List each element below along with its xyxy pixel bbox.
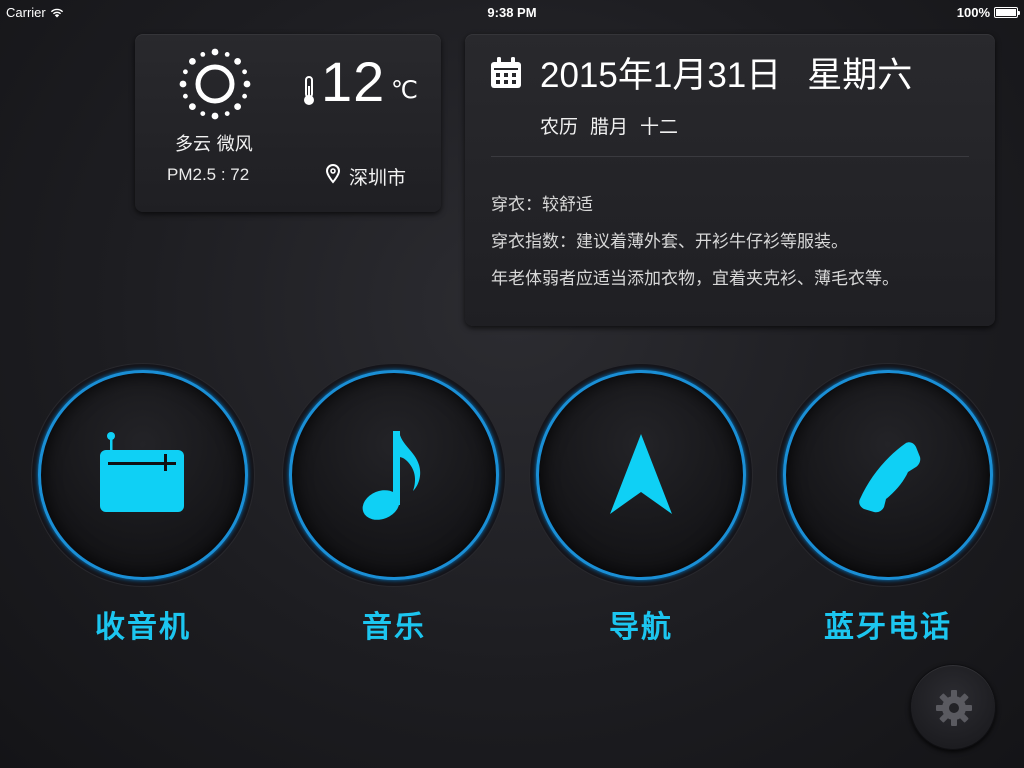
thermometer-icon [304,76,314,105]
bluetooth-phone-circle[interactable] [783,370,993,580]
weather-condition: 多云 微风 [175,134,253,155]
calendar-icon [491,57,521,88]
pm25-value: PM2.5 : 72 [167,165,250,184]
date-value: 2015年1月31日 [540,56,782,95]
advice-line: 穿衣：较舒适 [491,195,593,215]
lunar-day: 十二 [640,116,679,138]
bluetooth-phone-label[interactable]: 蓝牙电话 [783,602,993,646]
lunar-month: 腊月 [590,116,629,138]
radio-icon [100,432,184,512]
temperature-value: 12 [321,50,386,113]
battery-icon [994,7,1020,18]
music-circle[interactable] [289,370,499,580]
battery-fill [996,9,1016,16]
phone-icon [859,442,921,513]
date-card[interactable]: 2015年1月31日 星期六 农历 腊月 十二 穿衣：较舒适 穿衣指数：建议着薄外套、… [465,34,995,326]
lunar-date: 农历 腊月 十二 [540,112,678,139]
music-note-icon [362,431,421,520]
clothing-advice: 穿衣：较舒适 穿衣指数：建议着薄外套、开衫牛仔衫等服装。 年老体弱者应适当添加衣… [491,187,987,298]
status-time: 9:38 PM [487,5,537,20]
radio-label[interactable]: 收音机 [38,602,248,646]
navigation-button[interactable]: 导航 [536,370,746,645]
bluetooth-phone-button[interactable]: 蓝牙电话 [783,370,993,645]
location-pin-icon [326,164,340,184]
navigation-arrow-icon [610,434,672,514]
battery-percent: 100% [956,5,990,20]
music-button[interactable]: 音乐 [289,370,499,645]
weather-card[interactable]: 12 ℃ 多云 微风 PM2.5 : 72 深圳市 [135,34,441,212]
status-bar: Carrier 9:38 PM 100% [0,0,1024,24]
navigation-label[interactable]: 导航 [536,602,746,646]
radio-circle[interactable] [38,370,248,580]
weekday-value: 星期六 [807,56,913,95]
navigation-circle[interactable] [536,370,746,580]
divider [491,156,969,157]
lunar-label: 农历 [540,116,579,138]
advice-line: 年老体弱者应适当添加衣物，宜着夹克衫、薄毛衣等。 [491,269,899,289]
settings-button[interactable] [910,664,996,750]
advice-line: 穿衣指数：建议着薄外套、开衫牛仔衫等服装。 [491,232,848,252]
music-label[interactable]: 音乐 [289,602,499,646]
temperature-unit: ℃ [391,77,418,104]
radio-button[interactable]: 收音机 [38,370,248,645]
date-heading: 2015年1月31日 星期六 [540,54,912,98]
sun-icon [179,48,251,120]
gear-icon [936,690,972,726]
status-right: 100% [956,5,1020,20]
city-name: 深圳市 [349,167,407,189]
